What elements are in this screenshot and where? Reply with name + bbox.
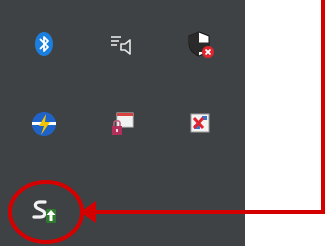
sync-upload-icon[interactable] [26, 194, 62, 230]
locked-window-icon[interactable] [104, 106, 140, 142]
bluetooth-icon[interactable] [26, 26, 62, 62]
power-plan-icon[interactable] [26, 106, 62, 142]
screenshot-canvas [0, 0, 325, 246]
network-disconnected-icon[interactable] [182, 106, 218, 142]
volume-muted-icon[interactable] [104, 26, 140, 62]
system-tray-overflow-panel [0, 0, 245, 246]
security-shield-alert-icon[interactable] [182, 26, 218, 62]
